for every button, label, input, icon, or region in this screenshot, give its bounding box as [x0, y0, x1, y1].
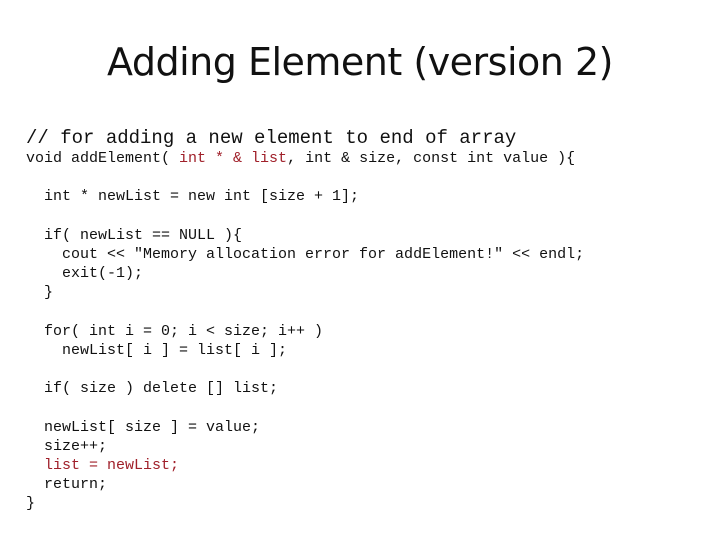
code-line: size++; [26, 437, 108, 455]
code-line: return; [26, 476, 108, 494]
signature-end: , int & size, const int value ){ [287, 150, 576, 167]
code-line: if( size ) delete [] list; [26, 380, 279, 398]
code-line: int * newList = new int [size + 1]; [26, 188, 360, 206]
code-line: for( int i = 0; i < size; i++ ) [26, 322, 324, 340]
code-line: cout << "Memory allocation error for add… [26, 245, 585, 263]
code-line: } [26, 284, 54, 302]
code-line: if( newList == NULL ){ [26, 226, 243, 244]
signature-start: void addElement( [26, 150, 180, 167]
slide-title: Adding Element (version 2) [107, 40, 613, 84]
code-line: newList[ size ] = value; [26, 418, 261, 436]
list-param-highlight: int * & list [179, 150, 288, 167]
code-line-highlight: list = newList; [26, 457, 180, 474]
code-line: } [26, 495, 36, 513]
code-block: // for adding a new element to end of ar… [26, 127, 584, 514]
code-line: newList[ i ] = list[ i ]; [26, 341, 288, 359]
code-line: exit(-1); [26, 265, 144, 283]
function-signature: void addElement( int * & list, int & siz… [26, 149, 584, 168]
code-comment: // for adding a new element to end of ar… [26, 127, 517, 149]
